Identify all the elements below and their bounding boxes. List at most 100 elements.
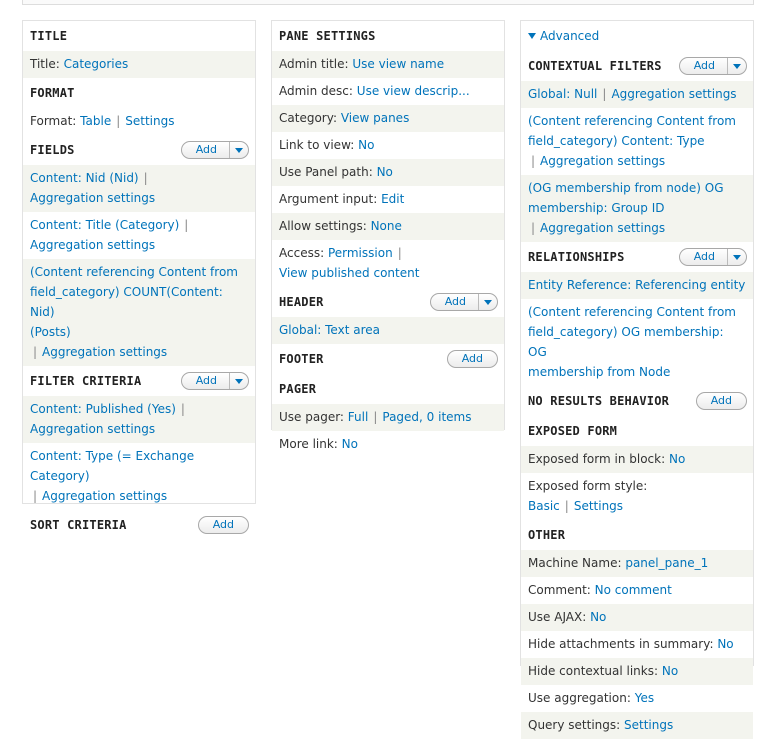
filter-section-header: FILTER CRITERIA Add: [23, 366, 255, 396]
contextual-link-line-1[interactable]: (Content referencing Content from: [528, 114, 736, 128]
pane-row-label: Admin title:: [279, 57, 349, 71]
sort-add-button[interactable]: Add: [197, 516, 249, 534]
filter-aggregation-link[interactable]: Aggregation settings: [42, 489, 167, 503]
relationship-link[interactable]: Entity Reference: Referencing entity: [528, 278, 745, 292]
pane-row: Argument input: Edit: [272, 186, 504, 213]
other-row-label: Hide contextual links:: [528, 664, 659, 678]
filter-link-line-1[interactable]: Content: Type (= Exchange: [30, 449, 194, 463]
contextual-link-line-1[interactable]: (OG membership from node) OG: [528, 181, 724, 195]
access-value-link[interactable]: View published content: [279, 266, 419, 280]
pager-items-link[interactable]: Paged, 0 items: [382, 410, 471, 424]
filter-add-dropdown[interactable]: [229, 373, 248, 389]
pane-row-value-link[interactable]: No: [358, 138, 374, 152]
field-aggregation-link[interactable]: Aggregation settings: [30, 238, 155, 252]
footer-add-label[interactable]: Add: [448, 351, 497, 367]
sort-add-label[interactable]: Add: [199, 517, 248, 533]
relationship-link-line-2[interactable]: field_category) OG membership: OG: [528, 325, 724, 359]
noresults-add-label[interactable]: Add: [697, 393, 746, 409]
pager-label: Use pager:: [279, 410, 344, 424]
other-row-value-link[interactable]: Yes: [635, 691, 654, 705]
title-value-link[interactable]: Categories: [64, 57, 129, 71]
format-heading: FORMAT: [30, 86, 75, 100]
other-row-value-link[interactable]: No comment: [595, 583, 672, 597]
format-settings-link[interactable]: Settings: [125, 114, 174, 128]
field-link-line-3[interactable]: (Posts): [30, 325, 71, 339]
fields-add-label[interactable]: Add: [182, 142, 229, 158]
field-link-line-1[interactable]: (Content referencing Content from: [30, 265, 238, 279]
other-row-value-link[interactable]: No: [717, 637, 733, 651]
filter-heading: FILTER CRITERIA: [30, 374, 142, 388]
header-add-dropdown[interactable]: [478, 294, 497, 310]
pane-row-value-link[interactable]: Use view descrip...: [357, 84, 470, 98]
field-link[interactable]: Content: Nid (Nid): [30, 171, 139, 185]
filter-link[interactable]: Content: Published (Yes): [30, 402, 176, 416]
pane-row-value-link[interactable]: Edit: [381, 192, 404, 206]
noresults-add-button[interactable]: Add: [695, 392, 747, 410]
advanced-label[interactable]: Advanced: [540, 29, 599, 43]
format-label: Format:: [30, 114, 77, 128]
more-link-value-link[interactable]: No: [342, 437, 358, 451]
other-row-label: Query settings:: [528, 718, 621, 732]
pane-row-value-link[interactable]: View panes: [341, 111, 410, 125]
exposed-style-value-link[interactable]: Basic: [528, 499, 560, 513]
contextual-heading: CONTEXTUAL FILTERS: [528, 59, 662, 73]
field-link[interactable]: Content: Title (Category): [30, 218, 179, 232]
column-left: TITLE Title: Categories FORMAT Format: T…: [22, 20, 256, 534]
other-row-value-link[interactable]: Settings: [624, 718, 673, 732]
relationships-add-label[interactable]: Add: [680, 249, 727, 265]
noresults-section-header: NO RESULTS BEHAVIOR Add: [521, 386, 753, 416]
relationship-link-line-1[interactable]: (Content referencing Content from: [528, 305, 736, 319]
other-row: Hide contextual links: No: [521, 658, 753, 685]
contextual-aggregation-link[interactable]: Aggregation settings: [540, 221, 665, 235]
chevron-down-icon: [235, 378, 243, 384]
exposed-block-value-link[interactable]: No: [669, 452, 685, 466]
more-link-row: More link: No: [272, 431, 504, 458]
pane-row-value-link[interactable]: Use view name: [352, 57, 444, 71]
relationships-add-button[interactable]: Add: [678, 248, 747, 266]
fields-add-dropdown[interactable]: [229, 142, 248, 158]
contextual-item: (OG membership from node) OG membership:…: [521, 175, 753, 242]
other-row-value-link[interactable]: panel_pane_1: [625, 556, 708, 570]
relationships-add-dropdown[interactable]: [727, 249, 746, 265]
footer-section-header: FOOTER Add: [272, 344, 504, 374]
contextual-link-line-2[interactable]: membership: Group ID: [528, 201, 665, 215]
contextual-add-dropdown[interactable]: [727, 58, 746, 74]
filter-add-button[interactable]: Add: [180, 372, 249, 390]
contextual-add-button[interactable]: Add: [678, 57, 747, 75]
filter-add-label[interactable]: Add: [182, 373, 229, 389]
contextual-link-line-2[interactable]: field_category) Content: Type: [528, 134, 705, 148]
other-row-value-link[interactable]: No: [590, 610, 606, 624]
access-label: Access:: [279, 246, 325, 260]
contextual-aggregation-link[interactable]: Aggregation settings: [540, 154, 665, 168]
other-row-value-link[interactable]: No: [662, 664, 678, 678]
pane-row: Use Panel path: No: [272, 159, 504, 186]
relationship-link-line-3[interactable]: membership from Node: [528, 365, 670, 379]
header-item-link[interactable]: Global: Text area: [279, 323, 380, 337]
pane-section-header: PANE SETTINGS: [272, 21, 504, 51]
filter-link-line-2[interactable]: Category): [30, 469, 90, 483]
other-heading: OTHER: [528, 528, 566, 542]
header-add-button[interactable]: Add: [429, 293, 498, 311]
advanced-toggle[interactable]: Advanced: [521, 21, 753, 51]
triangle-down-icon: [528, 33, 536, 39]
footer-add-button[interactable]: Add: [446, 350, 498, 368]
contextual-aggregation-link[interactable]: Aggregation settings: [611, 87, 736, 101]
pane-row-label: Use Panel path:: [279, 165, 373, 179]
field-aggregation-link[interactable]: Aggregation settings: [30, 191, 155, 205]
access-permission-link[interactable]: Permission: [328, 246, 393, 260]
relationships-section-header: RELATIONSHIPS Add: [521, 242, 753, 272]
pane-row-value-link[interactable]: No: [377, 165, 393, 179]
format-value-link[interactable]: Table: [80, 114, 111, 128]
field-link-line-2[interactable]: field_category) COUNT(Content: Nid): [30, 285, 223, 319]
filter-aggregation-link[interactable]: Aggregation settings: [30, 422, 155, 436]
exposed-style-settings-link[interactable]: Settings: [574, 499, 623, 513]
column-right: Advanced CONTEXTUAL FILTERS Add Global: …: [520, 20, 754, 739]
pane-row-value-link[interactable]: None: [371, 219, 402, 233]
field-aggregation-link[interactable]: Aggregation settings: [42, 345, 167, 359]
contextual-add-label[interactable]: Add: [680, 58, 727, 74]
header-add-label[interactable]: Add: [431, 294, 478, 310]
contextual-link[interactable]: Global: Null: [528, 87, 597, 101]
pane-row: Category: View panes: [272, 105, 504, 132]
pager-full-link[interactable]: Full: [348, 410, 369, 424]
fields-add-button[interactable]: Add: [180, 141, 249, 159]
